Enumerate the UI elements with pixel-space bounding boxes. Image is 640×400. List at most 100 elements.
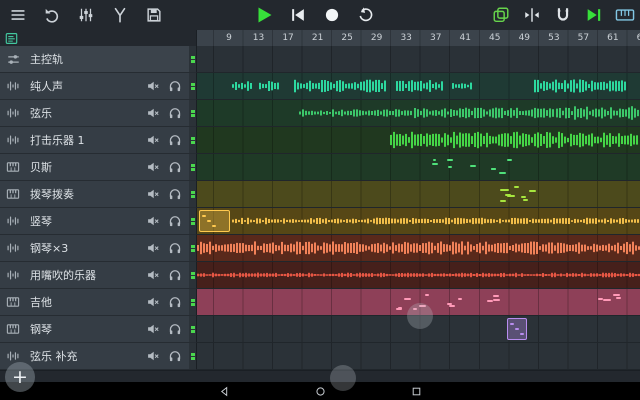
wave-icon xyxy=(6,105,22,121)
monitor-button[interactable] xyxy=(164,77,186,95)
track-name: 拨琴拨奏 xyxy=(30,186,142,202)
mute-button[interactable] xyxy=(142,320,164,338)
audio-clip[interactable] xyxy=(232,209,640,233)
daw-mobile-app: 91317212529333741454953576165 主控轨纯人声弦乐打击… xyxy=(0,0,640,400)
mixer-icon[interactable] xyxy=(75,4,97,26)
midi-clip[interactable] xyxy=(498,182,538,206)
track-header[interactable]: 竖琴 xyxy=(0,208,197,235)
playlist-icon[interactable] xyxy=(5,32,18,45)
midi-note xyxy=(202,215,206,217)
audio-clip[interactable] xyxy=(534,74,627,98)
monitor-button[interactable] xyxy=(164,239,186,257)
ruler-tick: 33 xyxy=(397,32,415,44)
track-lane[interactable] xyxy=(197,73,640,100)
track-lane[interactable] xyxy=(197,154,640,181)
audio-clip[interactable] xyxy=(259,74,279,98)
trim-icon[interactable] xyxy=(521,4,543,26)
loop-icon[interactable] xyxy=(355,4,377,26)
skip-start-icon[interactable] xyxy=(287,4,309,26)
ruler-tick: 57 xyxy=(574,32,592,44)
track-lane[interactable] xyxy=(197,262,640,289)
audio-clip[interactable] xyxy=(556,101,640,125)
monitor-button[interactable] xyxy=(164,212,186,230)
audio-clip[interactable] xyxy=(396,74,445,98)
monitor-button[interactable] xyxy=(164,347,186,365)
midi-note xyxy=(521,196,526,198)
track-header[interactable]: 贝斯 xyxy=(0,154,197,181)
mute-button[interactable] xyxy=(142,266,164,284)
midi-note xyxy=(433,159,436,161)
audio-clip[interactable] xyxy=(197,236,640,260)
monitor-button[interactable] xyxy=(164,266,186,284)
mute-button[interactable] xyxy=(142,239,164,257)
recent-icon[interactable] xyxy=(409,385,423,397)
midi-note xyxy=(493,295,499,297)
back-icon[interactable] xyxy=(217,385,231,397)
track-lane[interactable] xyxy=(197,181,640,208)
audio-clip[interactable] xyxy=(294,74,387,98)
track-header[interactable]: 用嘴吹的乐器 xyxy=(0,262,197,289)
track-header[interactable]: 纯人声 xyxy=(0,73,197,100)
keyboard-icon[interactable] xyxy=(614,4,636,26)
level-meter xyxy=(189,316,196,342)
piano-icon xyxy=(6,159,22,175)
track-header[interactable]: 钢琴×3 xyxy=(0,235,197,262)
mute-button[interactable] xyxy=(142,77,164,95)
track-row: 纯人声 xyxy=(0,73,640,100)
record-icon[interactable] xyxy=(321,4,343,26)
copy-icon[interactable] xyxy=(490,4,512,26)
audio-clip[interactable] xyxy=(299,101,414,125)
track-row: 主控轨 xyxy=(0,46,640,73)
monitor-button[interactable] xyxy=(164,104,186,122)
midi-clip[interactable] xyxy=(419,155,534,179)
midi-clip[interactable] xyxy=(596,290,636,314)
audio-clip[interactable] xyxy=(232,74,252,98)
monitor-button[interactable] xyxy=(164,131,186,149)
timeline-ruler[interactable]: 91317212529333741454953576165 xyxy=(197,30,640,46)
mute-button[interactable] xyxy=(142,104,164,122)
undo-icon[interactable] xyxy=(41,4,63,26)
track-name: 打击乐器 1 xyxy=(30,132,142,148)
track-lane[interactable] xyxy=(197,46,640,73)
level-meter xyxy=(189,262,196,288)
pattern-clip[interactable] xyxy=(507,318,527,340)
mute-button[interactable] xyxy=(142,212,164,230)
mute-button[interactable] xyxy=(142,158,164,176)
track-header[interactable]: 吉他 xyxy=(0,289,197,316)
track-name: 主控轨 xyxy=(30,51,186,67)
advance-icon[interactable] xyxy=(583,4,605,26)
audio-clip[interactable] xyxy=(452,74,472,98)
audio-clip[interactable] xyxy=(390,128,640,152)
monitor-button[interactable] xyxy=(164,320,186,338)
mute-button[interactable] xyxy=(142,131,164,149)
monitor-button[interactable] xyxy=(164,158,186,176)
menu-icon[interactable] xyxy=(7,4,29,26)
track-lane[interactable] xyxy=(197,208,640,235)
track-header[interactable]: 弦乐 xyxy=(0,100,197,127)
add-track-button[interactable]: + xyxy=(5,362,35,392)
track-lane[interactable] xyxy=(197,235,640,262)
track-header[interactable]: 主控轨 xyxy=(0,46,197,73)
wave-icon xyxy=(6,267,22,283)
tools-icon[interactable] xyxy=(109,4,131,26)
track-lane[interactable] xyxy=(197,343,640,370)
track-header[interactable]: 打击乐器 1 xyxy=(0,127,197,154)
home-icon[interactable] xyxy=(313,385,327,397)
mute-button[interactable] xyxy=(142,185,164,203)
audio-clip[interactable] xyxy=(414,101,556,125)
monitor-button[interactable] xyxy=(164,185,186,203)
track-header[interactable]: 钢琴 xyxy=(0,316,197,343)
track-row: 弦乐 补充 xyxy=(0,343,640,370)
save-icon[interactable] xyxy=(143,4,165,26)
pattern-clip[interactable] xyxy=(199,210,230,232)
mute-button[interactable] xyxy=(142,347,164,365)
top-toolbar xyxy=(0,0,640,30)
monitor-button[interactable] xyxy=(164,293,186,311)
mute-button[interactable] xyxy=(142,293,164,311)
play-icon[interactable] xyxy=(253,4,275,26)
audio-clip[interactable] xyxy=(197,263,640,287)
magnet-icon[interactable] xyxy=(552,4,574,26)
track-lane[interactable] xyxy=(197,100,640,127)
track-lane[interactable] xyxy=(197,127,640,154)
track-header[interactable]: 拨琴拨奏 xyxy=(0,181,197,208)
